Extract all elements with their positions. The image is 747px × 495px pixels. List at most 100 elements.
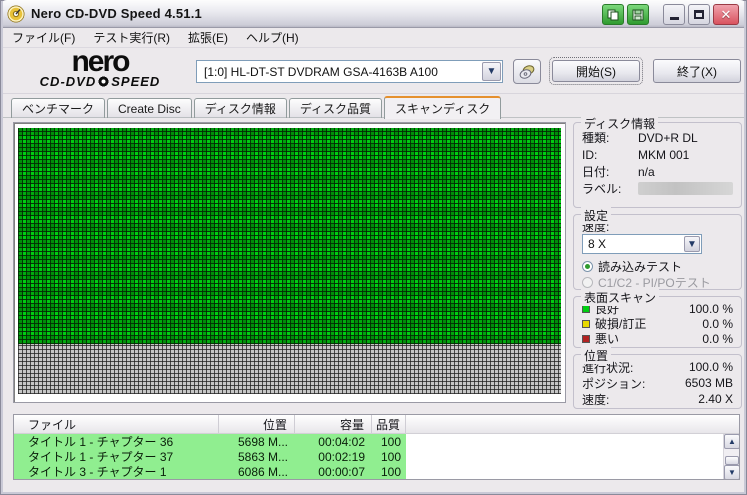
copy-icon: [607, 9, 619, 20]
scroll-down-icon[interactable]: ▼: [724, 465, 739, 479]
bad-value: 0.0 %: [702, 331, 733, 346]
position-cell: 5863 M...: [237, 449, 288, 464]
col-filler: [406, 415, 739, 433]
scroll-up-icon[interactable]: ▲: [724, 434, 739, 449]
nero-logo: nero CD-DVD SPEED: [25, 45, 175, 89]
position-value: 6503 MB: [684, 376, 733, 390]
position-cell: 5698 M...: [237, 434, 288, 449]
table-row[interactable]: タイトル 1 - チャプター 36 5698 M... 00:04:02 100: [14, 434, 406, 449]
quality-cell: 100: [380, 434, 401, 449]
scan-area: [13, 122, 566, 403]
radio-checked-icon[interactable]: [582, 260, 593, 272]
app-window: Nero CD-DVD Speed 4.51.1 ✕ ファイル(F) テスト実行…: [0, 0, 747, 495]
radio-read-test-label: 読み込みテスト: [598, 259, 683, 274]
surface-scan-title: 表面スキャン: [581, 289, 660, 306]
exit-button[interactable]: 終了(X): [653, 59, 741, 83]
scrollbar-thumb[interactable]: [725, 456, 739, 465]
capacity-cell: 00:02:19: [318, 449, 365, 464]
table-row[interactable]: タイトル 3 - チャプター 1 6086 M... 00:00:07 100: [14, 464, 406, 479]
table-row[interactable]: タイトル 1 - チャプター 37 5863 M... 00:02:19 100: [14, 449, 406, 464]
position-cell: 6086 M...: [237, 464, 288, 479]
quality-cell: 100: [380, 464, 401, 479]
progress-value: 100.0 %: [688, 360, 733, 374]
radio-read-test[interactable]: 読み込みテスト: [574, 258, 741, 274]
bad-color-chip: [582, 334, 590, 343]
window-title: Nero CD-DVD Speed 4.51.1: [31, 6, 202, 21]
copy-button[interactable]: [602, 4, 624, 25]
file-cell: タイトル 1 - チャプター 36: [28, 435, 174, 449]
good-value: 100.0 %: [688, 301, 733, 316]
radio-unchecked-icon: [582, 276, 593, 288]
file-cell: タイトル 3 - チャプター 1: [28, 465, 167, 479]
position-group: 位置 進行状況: 100.0 % ポジション: 6503 MB 速度: 2.40 X: [573, 347, 742, 409]
menu-extra[interactable]: 拡張(E): [179, 27, 237, 48]
col-position[interactable]: 位置: [219, 415, 295, 433]
drive-select-value: [1:0] HL-DT-ST DVDRAM GSA-4163B A100: [204, 64, 438, 79]
radio-c1c2-label: C1/C2 - PI/POテスト: [598, 275, 711, 290]
disc-info-title: ディスク情報: [581, 115, 659, 132]
chevron-down-icon[interactable]: ▼: [482, 62, 501, 81]
close-button[interactable]: ✕: [713, 4, 739, 25]
drive-select[interactable]: [1:0] HL-DT-ST DVDRAM GSA-4163B A100 ▼: [196, 60, 503, 83]
quality-cell: 100: [380, 449, 401, 464]
file-cell: タイトル 1 - チャプター 37: [28, 450, 174, 464]
capacity-cell: 00:00:07: [318, 464, 365, 479]
disc-label-redacted: [638, 182, 733, 195]
file-table-header[interactable]: ファイル 位置 容量 品質: [14, 415, 739, 434]
tab-disc-info[interactable]: ディスク情報: [193, 98, 287, 118]
disc-tool-button[interactable]: [513, 59, 541, 84]
logo-cddvd-text: CD-DVD: [39, 74, 97, 89]
col-file[interactable]: ファイル: [14, 415, 219, 433]
disc-date-label: 日付:: [582, 165, 610, 179]
speed-select[interactable]: 8 X ▼: [582, 234, 702, 254]
start-button-focus-ring: 開始(S): [549, 57, 643, 85]
disc-id-value: MKM 001: [638, 147, 690, 162]
damaged-value: 0.0 %: [702, 316, 733, 331]
start-button[interactable]: 開始(S): [552, 60, 640, 82]
scan-grid-unscanned: [18, 344, 561, 394]
radio-c1c2-test: C1/C2 - PI/POテスト: [574, 274, 741, 290]
damaged-color-chip: [582, 319, 590, 328]
tab-disc-quality[interactable]: ディスク品質: [288, 98, 383, 118]
nero-logo-text: nero: [71, 45, 130, 78]
logo-speed-text: SPEED: [111, 74, 161, 89]
minimize-button[interactable]: [663, 4, 685, 25]
maximize-button[interactable]: [688, 4, 710, 25]
disc-logo-icon: [98, 76, 110, 87]
title-bar[interactable]: Nero CD-DVD Speed 4.51.1 ✕: [3, 0, 744, 28]
disc-info-group: ディスク情報 種類: DVD+R DL ID: MKM 001 日付: n/a ラベル…: [573, 115, 742, 208]
tab-strip: ベンチマーク Create Disc ディスク情報 ディスク品質 スキャンディス…: [11, 95, 503, 119]
scan-grid-good: [18, 128, 561, 344]
save-icon: [632, 9, 644, 20]
position-label: ポジション:: [582, 376, 646, 391]
chevron-down-icon[interactable]: ▼: [684, 236, 700, 252]
file-table: ファイル 位置 容量 品質 タイトル 1 - チャプター 36 5698 M..…: [13, 414, 740, 480]
disc-date-value: n/a: [638, 164, 655, 179]
tab-create-disc[interactable]: Create Disc: [107, 98, 192, 118]
tab-scandisc[interactable]: スキャンディスク: [384, 96, 502, 119]
speed-readout-label: 速度:: [582, 392, 610, 407]
menu-help[interactable]: ヘルプ(H): [237, 27, 308, 48]
discs-icon: [519, 64, 535, 79]
tab-benchmark[interactable]: ベンチマーク: [11, 98, 106, 118]
position-title: 位置: [581, 347, 612, 364]
toolbar: nero CD-DVD SPEED [1:0] HL-DT-ST DVDRAM …: [3, 45, 744, 94]
app-icon: [7, 5, 25, 22]
disc-label-label: ラベル:: [582, 182, 622, 196]
file-table-body: タイトル 1 - チャプター 36 5698 M... 00:04:02 100…: [14, 434, 739, 479]
surface-scan-group: 表面スキャン 良好 100.0 % 破損/訂正 0.0 % 悪い 0.0 %: [573, 289, 742, 348]
disc-id-label: ID:: [582, 147, 598, 162]
settings-group: 設定 速度: 8 X ▼ 読み込みテスト C1/C2 - PI/POテスト: [573, 207, 742, 290]
capacity-cell: 00:04:02: [318, 434, 365, 449]
save-button[interactable]: [627, 4, 649, 25]
speed-select-value: 8 X: [588, 237, 607, 251]
disc-type-value: DVD+R DL: [638, 130, 698, 145]
settings-title: 設定: [581, 207, 612, 224]
speed-readout-value: 2.40 X: [698, 392, 733, 406]
maximize-icon: [694, 10, 704, 19]
col-capacity[interactable]: 容量: [295, 415, 372, 433]
minimize-icon: [669, 17, 679, 20]
col-quality[interactable]: 品質: [372, 415, 406, 433]
bad-label: 悪い: [595, 332, 620, 346]
table-scrollbar[interactable]: ▲ ▼: [723, 434, 739, 479]
